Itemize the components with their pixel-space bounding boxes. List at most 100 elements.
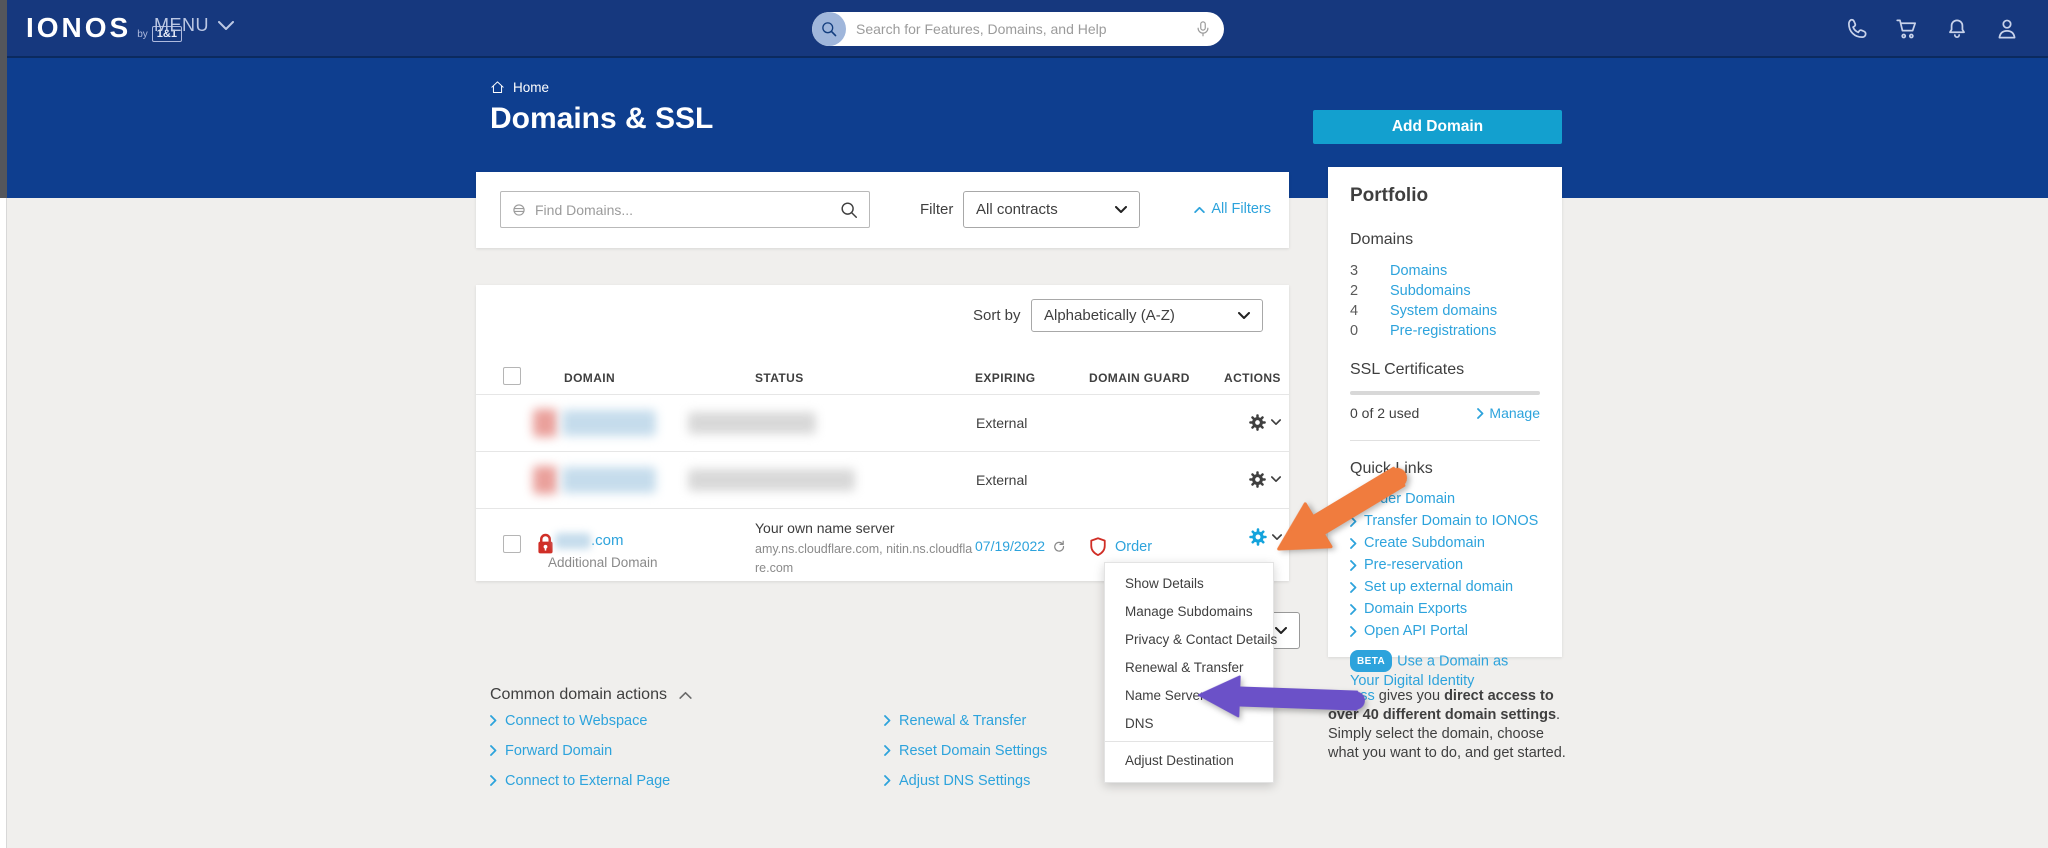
expiring-value: External: [976, 472, 1027, 488]
find-domains-input[interactable]: [535, 202, 831, 218]
table-row: External: [476, 395, 1289, 451]
portfolio-count-row: 4 System domains: [1350, 303, 1540, 319]
gear-icon: [1247, 526, 1269, 548]
sort-select[interactable]: Alphabetically (A-Z): [1031, 299, 1263, 332]
global-search-input[interactable]: [846, 21, 1194, 37]
quick-link-open-api-portal[interactable]: Open API Portal: [1350, 622, 1540, 640]
renew-sync-icon[interactable]: [1051, 539, 1066, 554]
ssl-usage-text: 0 of 2 used: [1350, 405, 1419, 421]
action-link-label: Connect to External Page: [505, 773, 670, 789]
beta-digital-identity-link[interactable]: BETAUse a Domain as Your Digital Identit…: [1350, 650, 1540, 691]
window-edge-bottom: [0, 198, 7, 848]
window-edge-top: [0, 0, 7, 198]
chevron-down-icon: [1272, 534, 1282, 541]
column-header-expiring: EXPIRING: [975, 371, 1036, 385]
menu-divider: [1105, 741, 1273, 742]
quick-link-label: Create Subdomain: [1364, 534, 1485, 552]
ssl-manage-label: Manage: [1489, 405, 1540, 421]
portfolio-count-row: 0 Pre-registrations: [1350, 323, 1540, 339]
select-all-checkbox[interactable]: [503, 367, 521, 385]
common-actions-column-2: Renewal & Transfer Reset Domain Settings…: [884, 713, 1047, 803]
quick-link-transfer-domain[interactable]: Transfer Domain to IONOS: [1350, 512, 1540, 530]
find-domains-box: [500, 191, 870, 228]
menu-item-dns[interactable]: DNS: [1105, 709, 1273, 737]
navbar-icon-group: [1844, 16, 2020, 42]
chevron-right-icon: [490, 745, 497, 756]
column-header-domain: DOMAIN: [564, 371, 615, 385]
menu-item-manage-subdomains[interactable]: Manage Subdomains: [1105, 597, 1273, 625]
promo-text: gives you: [1375, 688, 1444, 704]
action-link-forward-domain[interactable]: Forward Domain: [490, 743, 670, 758]
chevron-right-icon: [1350, 538, 1357, 549]
common-actions-title[interactable]: Common domain actions: [490, 686, 692, 704]
divider: [1350, 440, 1540, 441]
chevron-right-icon: [1350, 516, 1357, 527]
menu-item-show-details[interactable]: Show Details: [1105, 569, 1273, 597]
count-link-domains[interactable]: Domains: [1390, 263, 1447, 279]
domain-globe-icon: [511, 202, 527, 218]
all-filters-toggle[interactable]: All Filters: [1194, 201, 1271, 217]
chevron-down-icon: [1271, 476, 1281, 483]
chevron-up-icon: [679, 691, 692, 699]
row-actions-gear-button-active[interactable]: [1247, 526, 1282, 548]
row-actions-gear-button[interactable]: [1247, 469, 1281, 490]
breadcrumb[interactable]: Home: [490, 80, 549, 95]
domain-guard-cell: Order: [1089, 536, 1152, 557]
actions-dropdown-menu: Show Details Manage Subdomains Privacy &…: [1104, 562, 1274, 783]
action-link-connect-to-webspace[interactable]: Connect to Webspace: [490, 713, 670, 728]
action-link-connect-to-external-page[interactable]: Connect to External Page: [490, 773, 670, 788]
action-link-label: Renewal & Transfer: [899, 713, 1026, 729]
logo-by: by: [137, 29, 148, 40]
phone-icon[interactable]: [1844, 16, 1870, 42]
quick-link-label: Open API Portal: [1364, 622, 1468, 640]
count-link-pre-registrations[interactable]: Pre-registrations: [1390, 323, 1496, 339]
count-link-subdomains[interactable]: Subdomains: [1390, 283, 1471, 299]
portfolio-title: Portfolio: [1350, 185, 1540, 207]
nameserver-line-1: amy.ns.cloudflare.com, nitin.ns.cloudfla: [755, 542, 972, 556]
gear-icon: [1247, 412, 1268, 433]
action-link-adjust-dns-settings[interactable]: Adjust DNS Settings: [884, 773, 1047, 788]
quick-link-domain-exports[interactable]: Domain Exports: [1350, 600, 1540, 618]
expiring-date-link[interactable]: 07/19/2022: [975, 538, 1045, 554]
bell-icon[interactable]: [1944, 16, 1970, 42]
menu-item-name-server[interactable]: Name Server: [1105, 681, 1273, 709]
table-row: External: [476, 452, 1289, 508]
column-header-actions: ACTIONS: [1224, 371, 1281, 385]
ssl-manage-link[interactable]: Manage: [1477, 405, 1540, 421]
contracts-select[interactable]: All contracts: [963, 191, 1140, 228]
quick-link-create-subdomain[interactable]: Create Subdomain: [1350, 534, 1540, 552]
column-header-status: STATUS: [755, 371, 804, 385]
domain-guard-order-link[interactable]: Order: [1115, 539, 1152, 555]
domain-type-label: Additional Domain: [548, 555, 658, 570]
promo-access-link[interactable]: Access: [1328, 688, 1375, 704]
expiring-cell: 07/19/2022: [975, 538, 1066, 554]
quick-link-pre-reservation[interactable]: Pre-reservation: [1350, 556, 1540, 574]
menu-item-adjust-destination[interactable]: Adjust Destination: [1105, 746, 1273, 774]
action-link-renewal-transfer[interactable]: Renewal & Transfer: [884, 713, 1047, 728]
menu-item-privacy-contact-details[interactable]: Privacy & Contact Details: [1105, 625, 1273, 653]
table-header: DOMAIN STATUS EXPIRING DOMAIN GUARD ACTI…: [476, 365, 1289, 395]
chevron-right-icon: [1350, 582, 1357, 593]
row-actions-gear-button[interactable]: [1247, 412, 1281, 433]
search-icon[interactable]: [812, 12, 846, 46]
chevron-right-icon: [490, 775, 497, 786]
search-icon[interactable]: [839, 200, 859, 220]
action-link-label: Reset Domain Settings: [899, 743, 1047, 759]
portfolio-count-row: 3 Domains: [1350, 263, 1540, 279]
count-value: 3: [1350, 263, 1390, 279]
quick-link-set-up-external-domain[interactable]: Set up external domain: [1350, 578, 1540, 596]
microphone-icon[interactable]: [1194, 18, 1212, 40]
menu-button[interactable]: MENU: [154, 15, 234, 36]
domain-name-cell[interactable]: .com: [555, 532, 624, 549]
user-icon[interactable]: [1994, 16, 2020, 42]
add-domain-button[interactable]: Add Domain: [1313, 110, 1562, 144]
row-checkbox[interactable]: [503, 535, 521, 553]
chevron-right-icon: [884, 775, 891, 786]
count-link-system-domains[interactable]: System domains: [1390, 303, 1497, 319]
quick-link-order-domain[interactable]: Order Domain: [1350, 490, 1540, 508]
logo-text: IONOS: [26, 13, 131, 43]
action-link-reset-domain-settings[interactable]: Reset Domain Settings: [884, 743, 1047, 758]
quick-link-label: Domain Exports: [1364, 600, 1467, 618]
cart-icon[interactable]: [1894, 16, 1920, 42]
menu-item-renewal-transfer[interactable]: Renewal & Transfer: [1105, 653, 1273, 681]
